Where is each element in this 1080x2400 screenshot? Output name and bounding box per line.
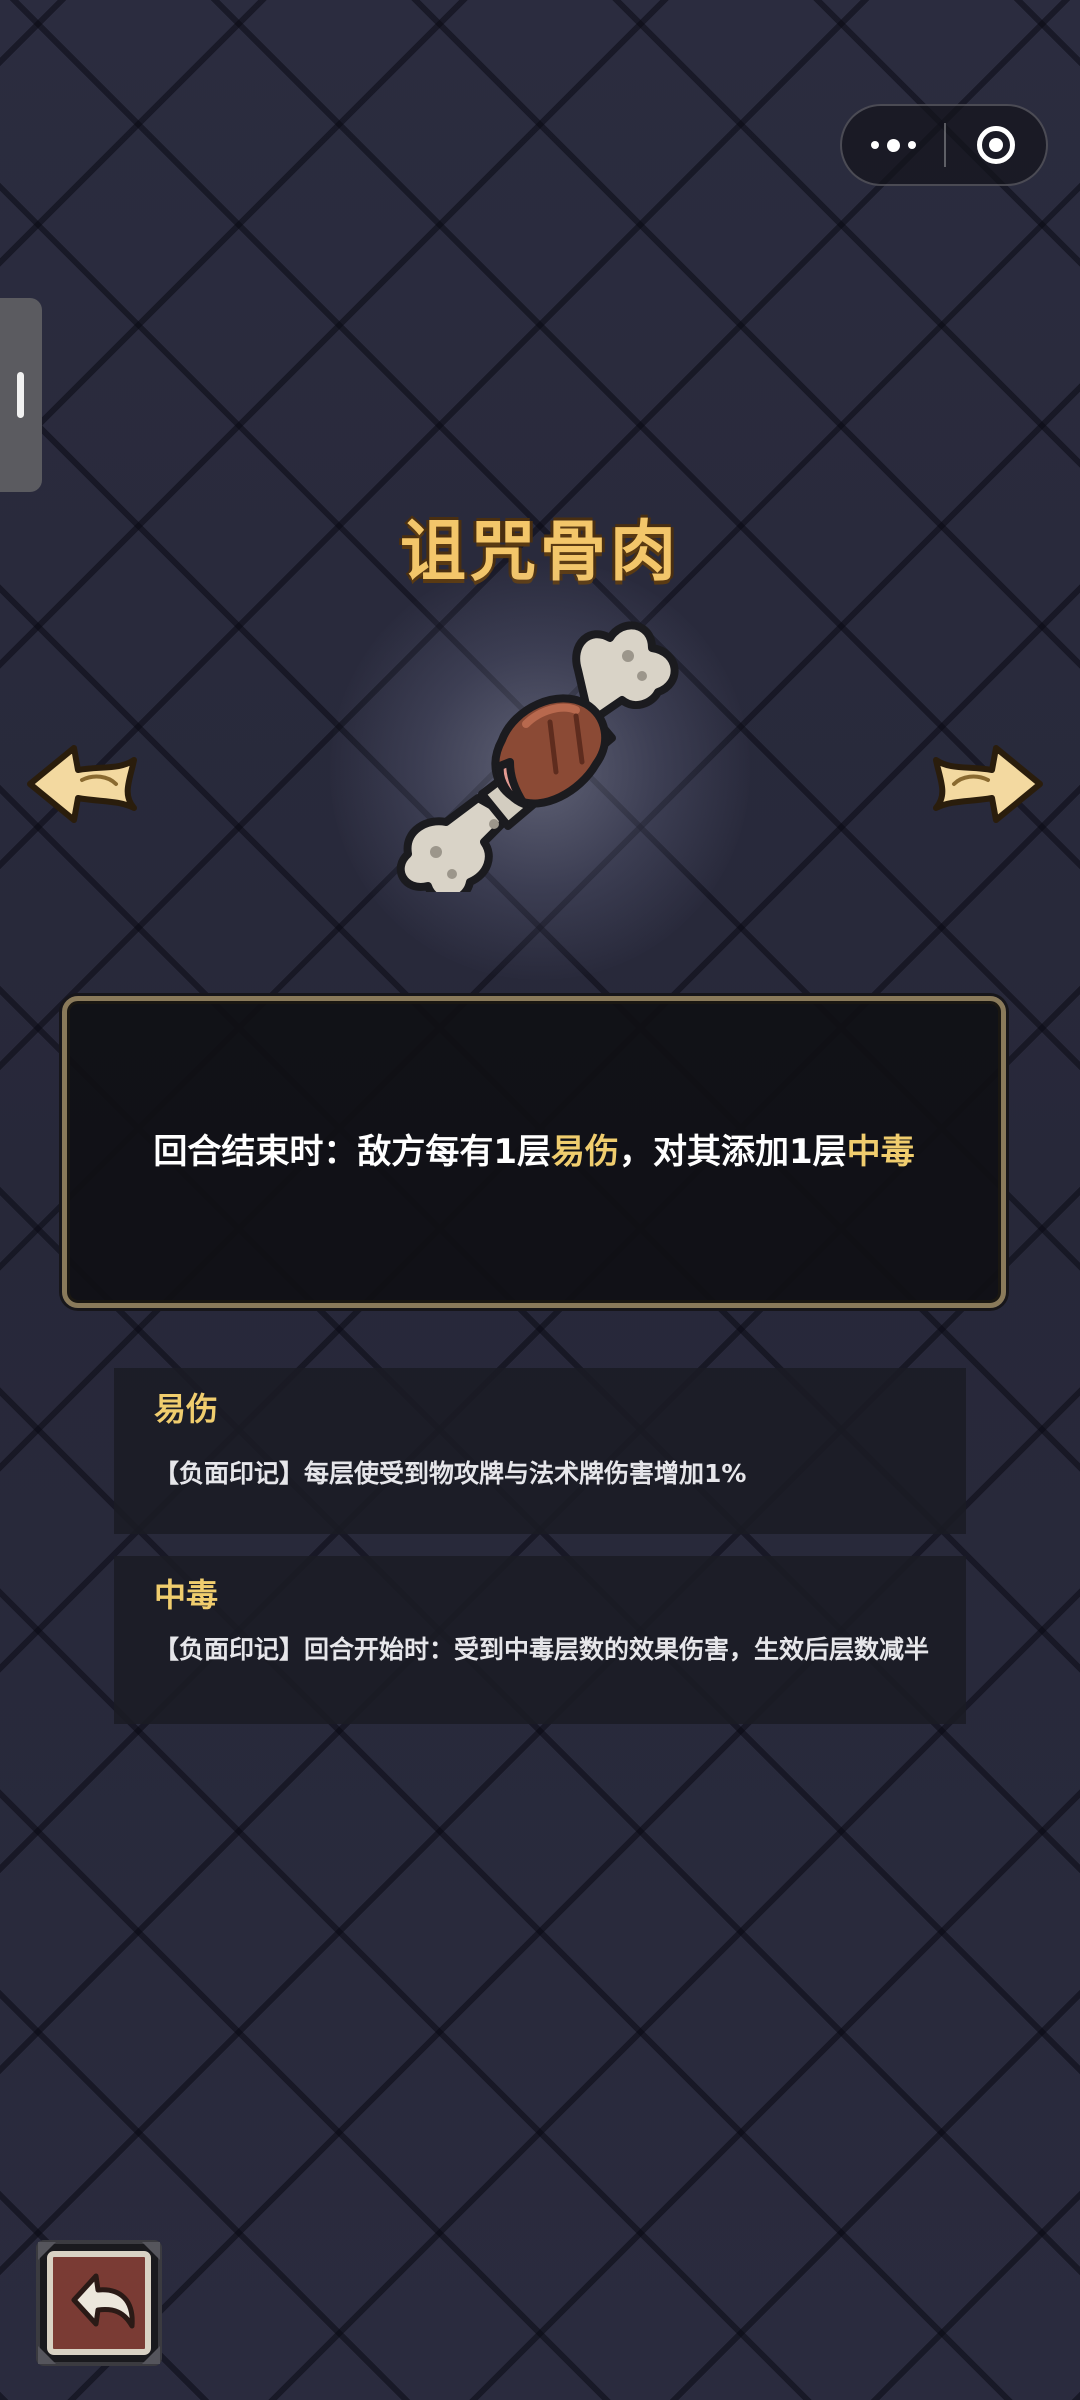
back-button[interactable]: [34, 2238, 164, 2368]
more-dot-center: [886, 138, 900, 152]
more-dots-icon: [870, 141, 879, 149]
side-drawer-handle[interactable]: [0, 298, 42, 492]
previous-item-button[interactable]: [22, 740, 142, 828]
description-text-1: 回合结束时：敌方每有1层: [153, 1132, 551, 1172]
keyword-link-vulnerable[interactable]: 易伤: [551, 1132, 619, 1172]
next-item-button[interactable]: [928, 740, 1048, 828]
keyword-name: 中毒: [154, 1576, 219, 1614]
keyword-description: 【负面印记】回合开始时：受到中毒层数的效果伤害，生效后层数减半: [154, 1635, 930, 1664]
close-miniprogram-button[interactable]: [946, 106, 1046, 184]
keyword-description: 【负面印记】每层使受到物攻牌与法术牌伤害增加1%: [154, 1459, 747, 1488]
target-circle-icon: [977, 126, 1015, 164]
description-text-2: ，对其添加1层: [619, 1132, 847, 1172]
keyword-link-poison[interactable]: 中毒: [847, 1132, 915, 1172]
cursed-bone-meat-icon: [396, 621, 679, 892]
keyword-name: 易伤: [154, 1390, 219, 1428]
arrow-right-icon: [933, 745, 1043, 823]
item-description: 回合结束时：敌方每有1层易伤，对其添加1层中毒: [153, 1128, 914, 1176]
keyword-card-poison: 中毒 【负面印记】回合开始时：受到中毒层数的效果伤害，生效后层数减半: [114, 1556, 966, 1724]
more-options-button[interactable]: [842, 106, 944, 184]
handle-bar-icon: [17, 372, 24, 418]
arrow-left-icon: [27, 745, 137, 823]
mini-program-capsule: [840, 104, 1048, 186]
more-dot-right: [907, 141, 916, 149]
keyword-card-vulnerable: 易伤 【负面印记】每层使受到物攻牌与法术牌伤害增加1%: [114, 1368, 966, 1534]
item-description-panel: 回合结束时：敌方每有1层易伤，对其添加1层中毒: [62, 996, 1006, 1308]
